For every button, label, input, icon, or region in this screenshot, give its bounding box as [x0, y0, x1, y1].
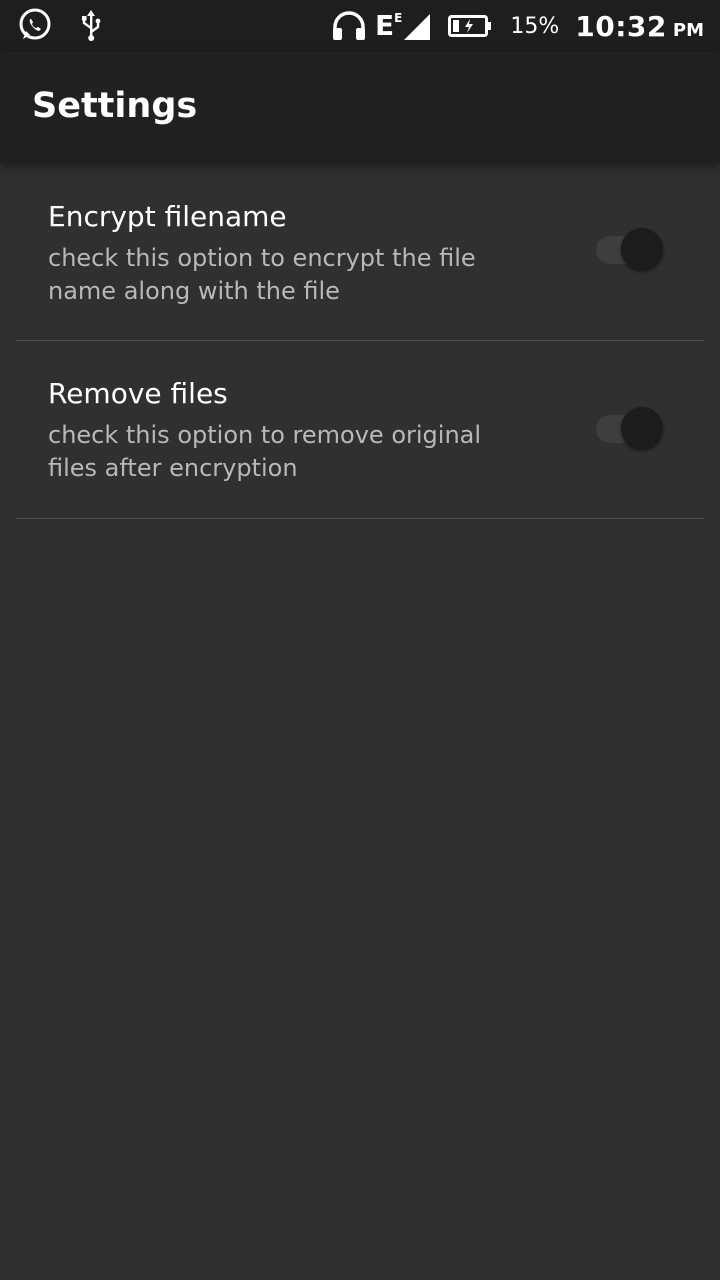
encrypt-filename-switch[interactable] — [596, 228, 666, 272]
signal-icon — [402, 12, 431, 40]
clock-time: 10:32 — [575, 9, 667, 43]
pref-remove-files[interactable]: Remove files check this option to remove… — [0, 341, 720, 519]
network-e-icon: E E — [375, 9, 403, 42]
pref-summary: check this option to encrypt the file na… — [48, 244, 476, 305]
pref-title: Remove files — [48, 377, 228, 410]
pref-title: Encrypt filename — [48, 200, 287, 233]
divider — [16, 518, 704, 519]
page-title: Settings — [32, 86, 198, 126]
status-bar: E E 15% 10:32 PM — [0, 0, 720, 52]
remove-files-switch[interactable] — [596, 407, 666, 451]
switch-thumb — [621, 407, 663, 449]
usb-icon — [80, 8, 102, 46]
pref-summary: check this option to remove original fil… — [48, 421, 482, 482]
whatsapp-icon — [18, 8, 52, 46]
app-bar: Settings — [0, 52, 720, 164]
clock-ampm: PM — [672, 19, 704, 41]
battery-charging-icon — [448, 13, 492, 39]
headset-icon — [331, 11, 367, 41]
pref-encrypt-filename[interactable]: Encrypt filename check this option to en… — [0, 164, 720, 341]
switch-thumb — [621, 228, 663, 270]
battery-percent: 15% — [510, 13, 560, 39]
settings-list: Encrypt filename check this option to en… — [0, 164, 720, 519]
